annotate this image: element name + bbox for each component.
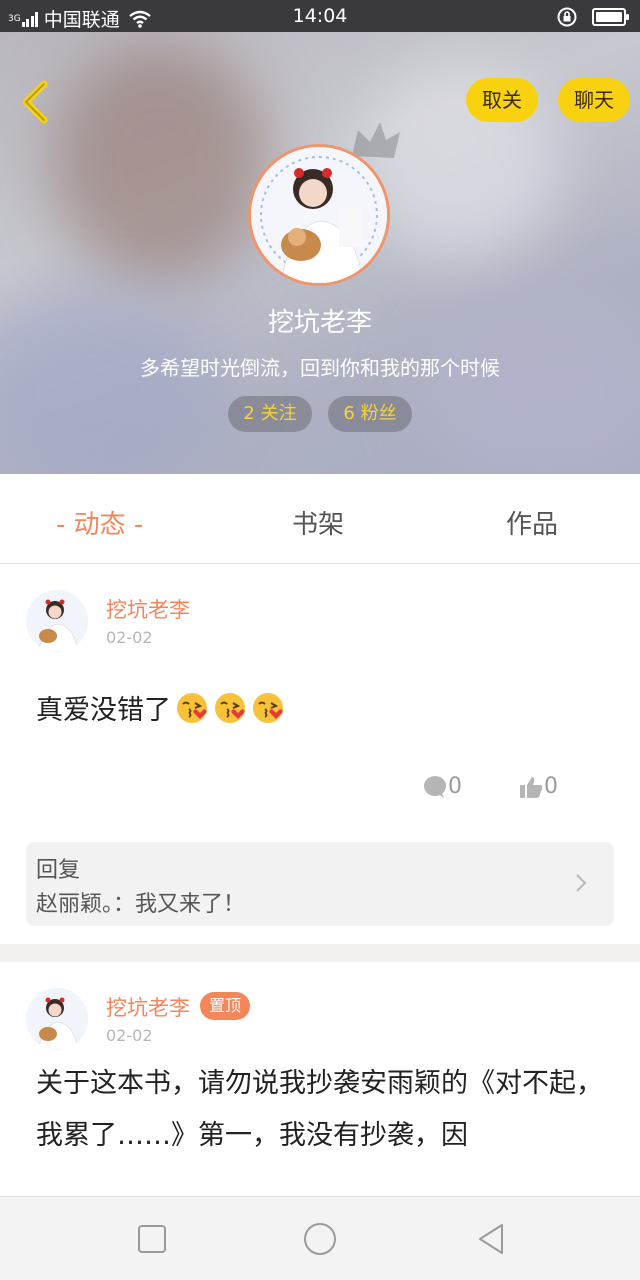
fans-count[interactable]: 6 粉丝 bbox=[328, 396, 412, 432]
feed-post[interactable]: 挖坑老李 02-02 真爱没错了 0 0 回复 赵丽颖。：我又来了！ bbox=[0, 564, 640, 944]
clock: 14:04 bbox=[292, 5, 348, 27]
reply-label: 回复 bbox=[36, 858, 81, 883]
nav-back-icon[interactable] bbox=[474, 1221, 510, 1257]
home-icon[interactable] bbox=[302, 1221, 338, 1257]
status-right bbox=[556, 6, 629, 28]
profile-bio: 多希望时光倒流，回到你和我的那个时候 bbox=[140, 356, 500, 380]
avatar-photo bbox=[251, 147, 387, 283]
pinned-badge: 置顶 bbox=[200, 992, 251, 1020]
post-avatar[interactable] bbox=[26, 590, 88, 652]
profile-avatar[interactable] bbox=[248, 144, 390, 286]
tab-works[interactable]: 作品 bbox=[506, 504, 558, 541]
feed-post[interactable]: 挖坑老李 置顶 02-02 关于这本书，请勿说我抄袭安雨颖的《对不起，我累了……… bbox=[0, 962, 640, 1198]
profile-header: 取关 聊天 挖坑老李 多希望时光倒流，回到你和我的那个时候 2 关注 6 粉丝 bbox=[0, 32, 640, 474]
post-text: 真爱没错了 bbox=[36, 695, 171, 726]
like-count: 0 bbox=[544, 774, 558, 799]
tab-activity[interactable]: - 动态 - bbox=[56, 504, 143, 541]
kissing-heart-emoji-icon bbox=[253, 692, 283, 723]
avatar-photo bbox=[26, 988, 88, 1050]
reply-text: 赵丽颖。：我又来了！ bbox=[36, 892, 246, 917]
rotation-lock-icon bbox=[557, 7, 577, 27]
tab-bookshelf[interactable]: 书架 bbox=[292, 504, 344, 541]
post-avatar[interactable] bbox=[26, 988, 88, 1050]
recent-apps-icon[interactable] bbox=[134, 1221, 170, 1257]
post-text-row: 真爱没错了 bbox=[36, 688, 285, 727]
unfollow-button[interactable]: 取关 bbox=[466, 78, 538, 122]
like-button[interactable]: 0 bbox=[518, 774, 558, 799]
chat-button[interactable]: 聊天 bbox=[558, 78, 630, 122]
chevron-right-icon bbox=[576, 874, 587, 892]
reply-preview[interactable]: 回复 赵丽颖。：我又来了！ bbox=[26, 842, 614, 926]
profile-tabs: - 动态 - 书架 作品 bbox=[0, 474, 640, 564]
following-count[interactable]: 2 关注 bbox=[228, 396, 312, 432]
post-author[interactable]: 挖坑老李 bbox=[106, 594, 190, 624]
post-divider bbox=[0, 944, 640, 962]
post-author[interactable]: 挖坑老李 bbox=[106, 992, 190, 1022]
comment-icon bbox=[424, 775, 446, 798]
avatar-photo bbox=[26, 590, 88, 652]
post-text: 关于这本书，请勿说我抄袭安雨颖的《对不起，我累了……》第一，我没有抄袭，因 bbox=[36, 1068, 603, 1151]
comment-button[interactable]: 0 bbox=[422, 774, 462, 799]
thumbs-up-icon bbox=[520, 776, 543, 798]
kissing-heart-emoji-icon bbox=[177, 692, 207, 723]
kissing-heart-emoji-icon bbox=[215, 692, 245, 723]
system-nav-bar bbox=[0, 1196, 640, 1280]
back-icon[interactable] bbox=[16, 78, 56, 126]
profile-username: 挖坑老李 bbox=[267, 308, 372, 338]
post-date: 02-02 bbox=[106, 1026, 153, 1045]
battery-icon bbox=[592, 8, 629, 26]
status-bar: 3G 中国联通 14:04 bbox=[0, 0, 640, 32]
comment-count: 0 bbox=[448, 774, 462, 799]
post-date: 02-02 bbox=[106, 628, 153, 647]
